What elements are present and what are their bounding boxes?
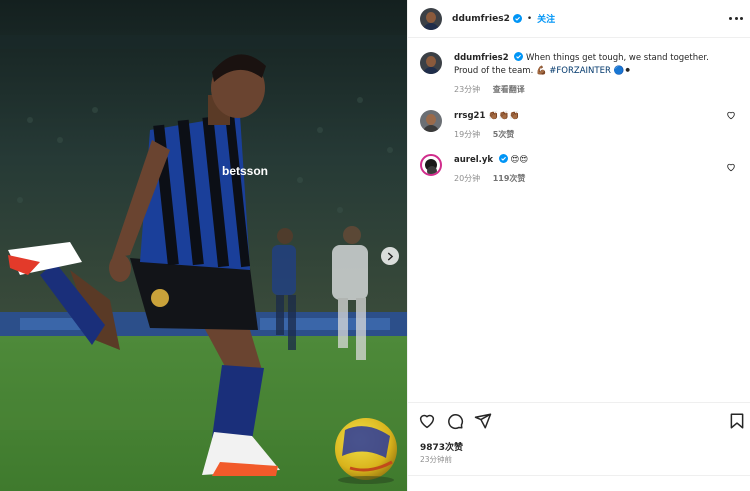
avatar[interactable] bbox=[420, 110, 442, 132]
header-separator: • bbox=[526, 13, 533, 24]
comment-username[interactable]: aurel.yk bbox=[454, 155, 493, 165]
post-side-panel: ddumfries2 • 关注 ddumfries2 When things g… bbox=[407, 0, 750, 491]
caption-hashtag[interactable]: #FORZAINTER bbox=[549, 66, 611, 76]
comment-body: aurel.yk 😍😍 20分钟 119次赞 bbox=[454, 154, 724, 185]
post-header: ddumfries2 • 关注 bbox=[408, 0, 750, 38]
comment-icon[interactable] bbox=[446, 412, 464, 430]
comment-meta: 19分钟 5次赞 bbox=[454, 128, 724, 141]
caption-meta: 23分钟 查看翻译 bbox=[454, 83, 724, 96]
caption-body: ddumfries2 When things get tough, we sta… bbox=[454, 52, 724, 96]
chevron-right-icon bbox=[386, 252, 395, 261]
heart-icon[interactable] bbox=[726, 110, 736, 120]
share-icon[interactable] bbox=[474, 412, 492, 430]
comment-time: 19分钟 bbox=[454, 130, 481, 139]
divider bbox=[408, 475, 750, 476]
avatar[interactable] bbox=[420, 7, 442, 30]
instagram-post-view: betsson ddumfries2 • 关注 ddumfries2 When … bbox=[0, 0, 750, 491]
bookmark-icon[interactable] bbox=[728, 412, 746, 430]
caption-username[interactable]: ddumfries2 bbox=[454, 53, 509, 63]
post-photo: betsson bbox=[0, 0, 407, 491]
svg-text:betsson: betsson bbox=[222, 164, 268, 178]
verified-badge-icon bbox=[512, 14, 522, 23]
comment-likes[interactable]: 5次赞 bbox=[493, 130, 515, 139]
comment-body: rrsg21 👏🏾👏🏾👏🏾 19分钟 5次赞 bbox=[454, 110, 724, 141]
comment-time: 20分钟 bbox=[454, 174, 481, 183]
more-horizontal-icon[interactable] bbox=[729, 11, 743, 25]
avatar[interactable] bbox=[420, 52, 442, 74]
likes-count[interactable]: 9873次赞 bbox=[420, 440, 463, 453]
see-translation-link[interactable]: 查看翻译 bbox=[493, 85, 525, 94]
heart-icon[interactable] bbox=[418, 412, 436, 430]
post-action-bar bbox=[408, 402, 750, 438]
comment-username[interactable]: rrsg21 bbox=[454, 111, 485, 121]
football-player-photo: betsson bbox=[0, 0, 407, 491]
avatar[interactable] bbox=[420, 154, 442, 176]
next-image-button[interactable] bbox=[381, 247, 399, 265]
follow-button[interactable]: 关注 bbox=[537, 12, 555, 25]
post-timestamp: 23分钟前 bbox=[420, 455, 453, 464]
verified-badge-icon bbox=[498, 154, 508, 163]
verified-badge-icon bbox=[514, 52, 524, 61]
caption-time: 23分钟 bbox=[454, 85, 481, 94]
caption-emojis: 🔵⚫ bbox=[613, 66, 632, 76]
header-username[interactable]: ddumfries2 bbox=[452, 14, 510, 24]
comment-text: 😍😍 bbox=[510, 155, 529, 165]
comment-likes[interactable]: 119次赞 bbox=[493, 174, 526, 183]
comment-text: 👏🏾👏🏾👏🏾 bbox=[488, 111, 520, 121]
comment-meta: 20分钟 119次赞 bbox=[454, 172, 724, 185]
heart-icon[interactable] bbox=[726, 162, 736, 172]
